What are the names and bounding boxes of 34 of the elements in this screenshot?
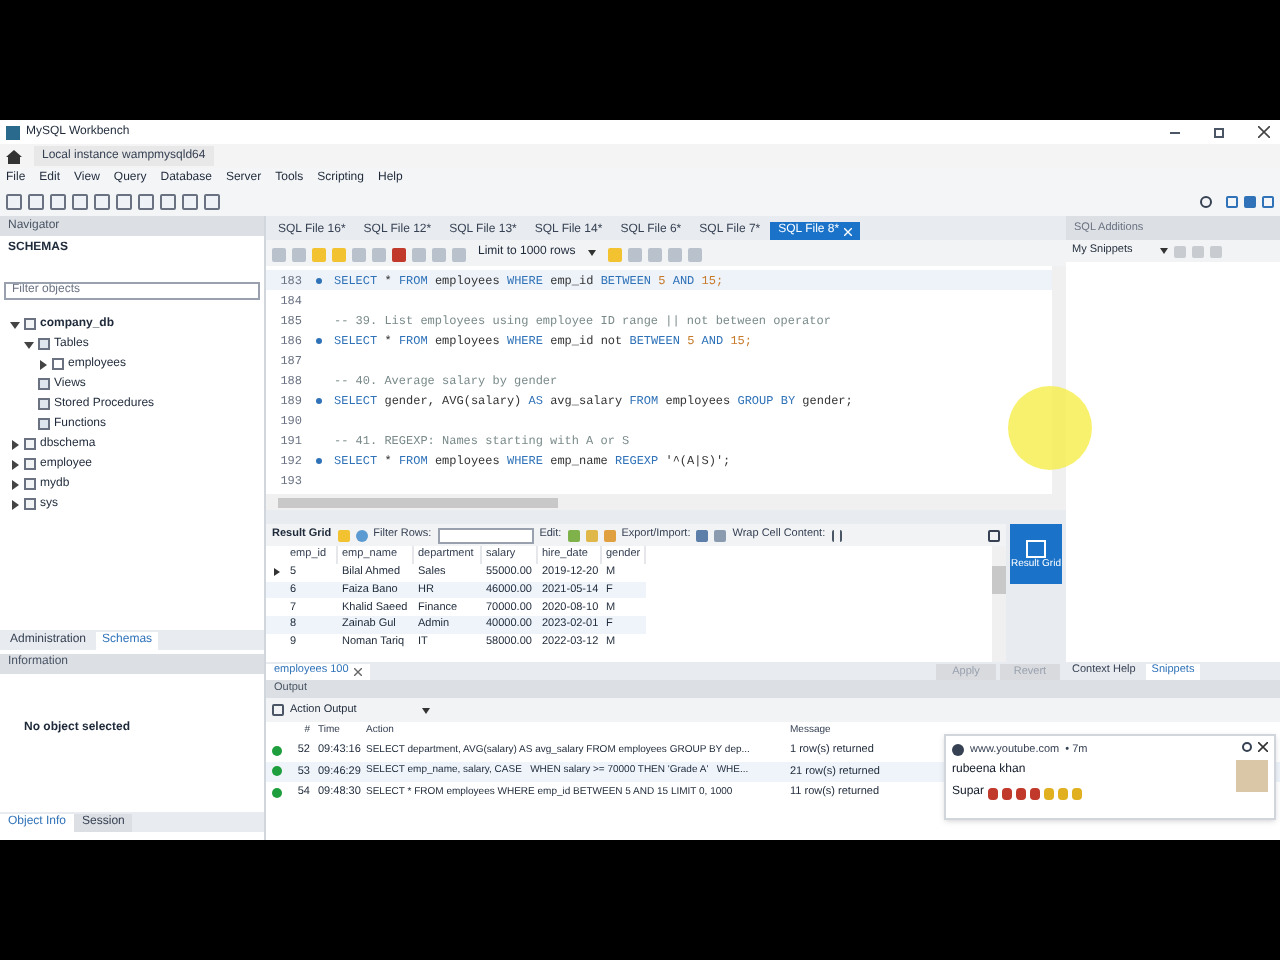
avatar-placeholder — [1236, 760, 1268, 792]
collapse-icon[interactable] — [9, 319, 19, 329]
collapse-icon[interactable] — [23, 339, 33, 349]
filter-rows-field[interactable] — [437, 527, 534, 543]
close-icon[interactable] — [1258, 126, 1270, 138]
close-icon[interactable] — [354, 667, 363, 675]
expand-icon[interactable] — [9, 439, 19, 449]
expand-icon[interactable] — [37, 359, 47, 369]
folder-icon — [38, 338, 50, 350]
browser-logo-icon — [952, 744, 964, 757]
app-logo-icon — [6, 125, 20, 139]
table-icon — [52, 358, 64, 370]
settings-icon[interactable] — [1200, 196, 1212, 208]
expand-icon[interactable] — [9, 499, 19, 509]
restore-icon[interactable] — [1214, 127, 1224, 137]
export-icon[interactable] — [696, 529, 709, 541]
settings-icon[interactable] — [1242, 742, 1252, 752]
schema-icon — [24, 318, 36, 330]
horizontal-scrollbar[interactable] — [266, 494, 1066, 510]
wrap-icon[interactable] — [831, 529, 842, 541]
caret-icon — [422, 707, 430, 713]
import-icon[interactable] — [714, 529, 727, 541]
caret-icon — [1160, 248, 1168, 254]
expand-icon[interactable] — [9, 459, 19, 469]
refresh-icon[interactable] — [355, 529, 368, 541]
caret-icon — [587, 250, 596, 256]
minimize-icon[interactable] — [1170, 131, 1180, 133]
copy-icon[interactable] — [272, 704, 284, 716]
expand-icon[interactable] — [9, 479, 19, 489]
vertical-scrollbar[interactable] — [992, 546, 1006, 662]
panel-icon[interactable] — [988, 529, 1000, 541]
close-icon[interactable] — [1258, 742, 1268, 752]
home-icon[interactable] — [6, 149, 22, 163]
grid-icon — [1026, 539, 1046, 557]
